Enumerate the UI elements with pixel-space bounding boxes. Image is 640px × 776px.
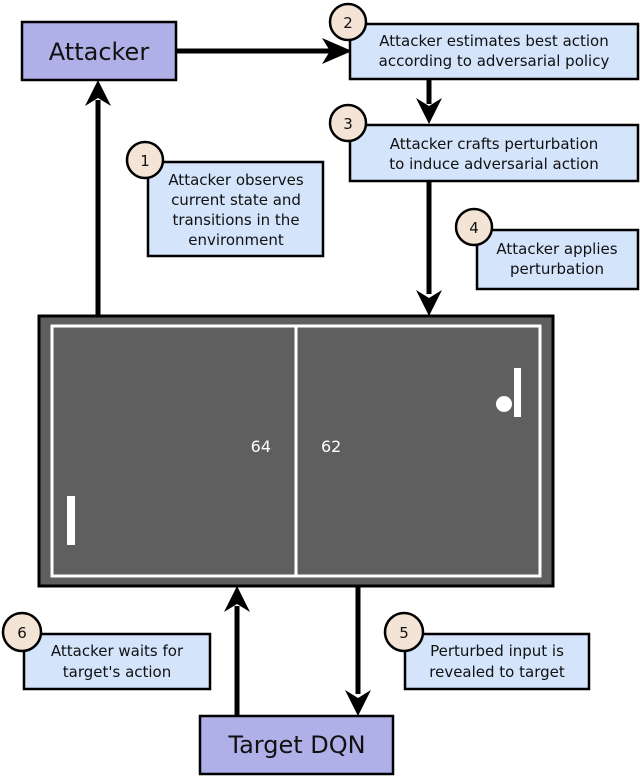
step-1-line-3: transitions in the (172, 211, 299, 229)
game-screen: 64 62 (37, 314, 555, 588)
score-right: 62 (321, 437, 341, 456)
arrow-estimate-to-craft (416, 79, 442, 124)
arrow-craft-to-screen (416, 181, 442, 316)
step-1-line-4: environment (188, 231, 284, 249)
arrow-attacker-to-estimate (176, 38, 352, 64)
step-5-box: Perturbed input is revealed to target 5 (383, 611, 591, 691)
step-6-number: 6 (17, 624, 27, 642)
step-4-line-1: Attacker applies (496, 240, 617, 258)
step-4-line-2: perturbation (510, 260, 604, 278)
arrow-screen-to-attacker (85, 80, 111, 316)
step-3-line-2: to induce adversarial action (389, 155, 598, 173)
attacker-label: Attacker (49, 38, 150, 66)
step-3-number: 3 (343, 115, 353, 133)
step-1-line-2: current state and (171, 191, 301, 209)
step-2-line-1: Attacker estimates best action (379, 32, 609, 50)
step-4-box: Attacker applies perturbation 4 (454, 207, 640, 291)
step-1-line-1: Attacker observes (168, 171, 304, 189)
score-left: 64 (251, 437, 271, 456)
step-4-number: 4 (469, 219, 479, 237)
step-2-number: 2 (343, 14, 353, 32)
step-1-box: Attacker observes current state and tran… (125, 140, 325, 258)
right-paddle (514, 368, 521, 417)
step-2-line-2: according to adversarial policy (379, 52, 610, 70)
step-2-box: Attacker estimates best action according… (328, 2, 640, 81)
step-5-line-2: revealed to target (429, 663, 565, 681)
attacker-node: Attacker (20, 20, 178, 82)
left-paddle (67, 496, 75, 545)
step-1-number: 1 (140, 152, 150, 170)
ball (496, 396, 512, 412)
arrow-screen-to-target (345, 586, 371, 716)
step-6-box: Attacker waits for target's action 6 (1, 611, 212, 691)
step-3-line-1: Attacker crafts perturbation (390, 135, 599, 153)
step-5-number: 5 (399, 624, 409, 642)
target-dqn-label: Target DQN (227, 731, 365, 759)
step-6-line-2: target's action (63, 663, 172, 681)
step-3-box: Attacker crafts perturbation to induce a… (328, 103, 640, 183)
step-5-line-1: Perturbed input is (430, 642, 564, 660)
arrow-target-to-screen (224, 586, 250, 716)
step-6-line-1: Attacker waits for (51, 642, 184, 660)
target-dqn-node: Target DQN (198, 714, 395, 776)
diagram-canvas: Attacker Target DQN Attacker estimates b… (1, 2, 640, 776)
